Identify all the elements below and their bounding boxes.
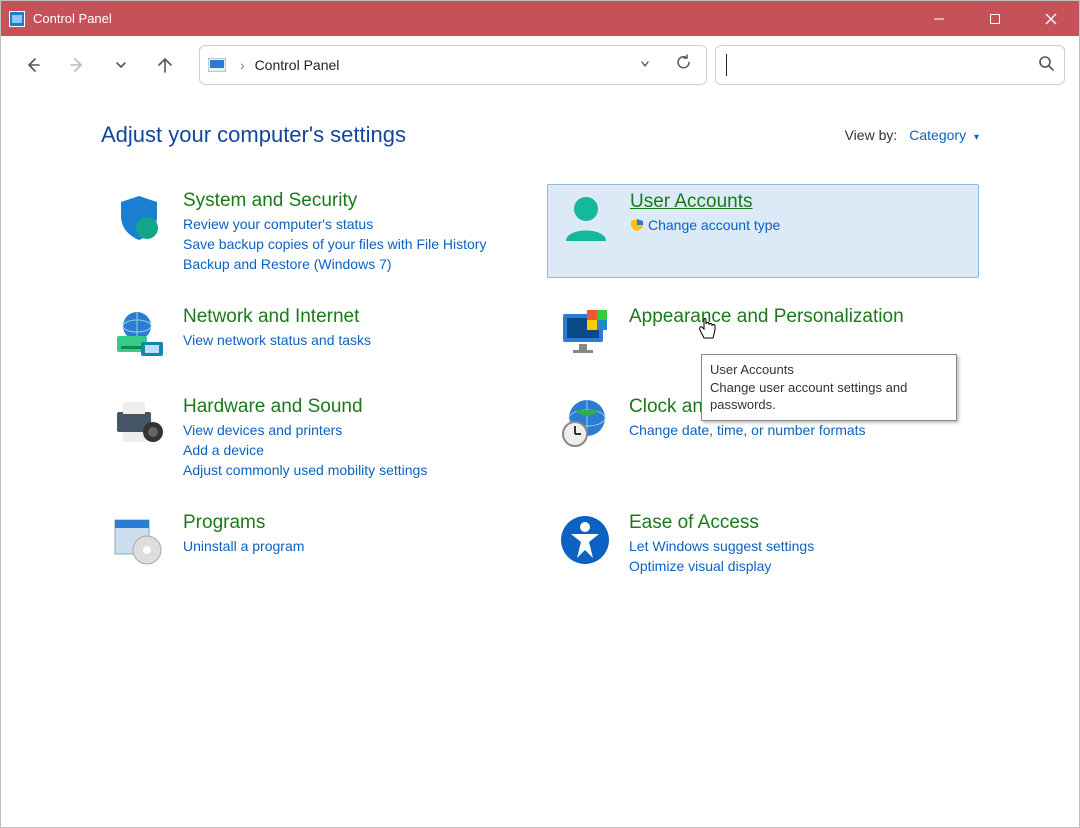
chevron-down-icon: ▾ [974, 132, 979, 143]
category-system-security: System and Security Review your computer… [101, 184, 533, 278]
category-link[interactable]: Add a device [183, 442, 523, 458]
control-panel-icon [208, 58, 226, 72]
category-hardware: Hardware and Sound View devices and prin… [101, 390, 533, 484]
minimize-button[interactable] [911, 1, 967, 36]
search-box[interactable] [715, 45, 1065, 85]
tooltip-body: Change user account settings and passwor… [710, 380, 907, 413]
app-icon [9, 11, 25, 27]
view-by-value: Category [909, 127, 966, 143]
network-icon [111, 306, 167, 362]
category-network: Network and Internet View network status… [101, 300, 533, 368]
view-by: View by: Category ▾ [845, 127, 979, 143]
toolbar: › Control Panel [1, 36, 1079, 94]
accessibility-icon [557, 512, 613, 568]
window-buttons [911, 1, 1079, 36]
category-link[interactable]: Backup and Restore (Windows 7) [183, 256, 523, 272]
category-link[interactable]: Save backup copies of your files with Fi… [183, 236, 523, 252]
category-link[interactable]: Change account type [630, 217, 968, 233]
forward-button[interactable] [59, 47, 95, 83]
search-icon[interactable] [1038, 55, 1054, 76]
page-title: Adjust your computer's settings [101, 122, 406, 148]
programs-icon [111, 512, 167, 568]
up-button[interactable] [147, 47, 183, 83]
breadcrumb[interactable]: › Control Panel [234, 57, 631, 73]
breadcrumb-item[interactable]: Control Panel [255, 57, 340, 73]
category-programs: Programs Uninstall a program [101, 506, 533, 580]
category-link[interactable]: Adjust commonly used mobility settings [183, 462, 523, 478]
titlebar: Control Panel [1, 1, 1079, 36]
link-text: Change account type [648, 217, 780, 233]
category-link[interactable]: Optimize visual display [629, 558, 969, 574]
close-button[interactable] [1023, 1, 1079, 36]
category-ease-of-access: Ease of Access Let Windows suggest setti… [547, 506, 979, 580]
category-link[interactable]: View devices and printers [183, 422, 523, 438]
user-icon [558, 191, 614, 247]
shield-icon [111, 190, 167, 246]
printer-icon [111, 396, 167, 452]
category-title[interactable]: Ease of Access [629, 512, 969, 534]
category-title[interactable]: User Accounts [630, 191, 968, 213]
tooltip: User Accounts Change user account settin… [701, 354, 957, 421]
category-link[interactable]: Change date, time, or number formats [629, 422, 969, 438]
window-title: Control Panel [33, 11, 911, 26]
category-link[interactable]: Uninstall a program [183, 538, 523, 554]
category-link[interactable]: Review your computer's status [183, 216, 523, 232]
address-dropdown-button[interactable] [639, 58, 651, 73]
tooltip-title: User Accounts [710, 361, 948, 379]
window: Control Panel [0, 0, 1080, 828]
search-input[interactable] [727, 57, 1038, 73]
category-title[interactable]: Network and Internet [183, 306, 523, 328]
view-by-label: View by: [845, 127, 898, 143]
chevron-right-icon: › [240, 57, 245, 73]
category-title[interactable]: Hardware and Sound [183, 396, 523, 418]
address-bar[interactable]: › Control Panel [199, 45, 707, 85]
maximize-button[interactable] [967, 1, 1023, 36]
header-row: Adjust your computer's settings View by:… [101, 122, 979, 148]
view-by-dropdown[interactable]: Category ▾ [909, 127, 979, 143]
category-title[interactable]: Appearance and Personalization [629, 306, 969, 328]
category-title[interactable]: System and Security [183, 190, 523, 212]
category-link[interactable]: Let Windows suggest settings [629, 538, 969, 554]
category-user-accounts: User Accounts Change account type [547, 184, 979, 278]
content-area: Adjust your computer's settings View by:… [1, 94, 1079, 827]
monitor-icon [557, 306, 613, 362]
back-button[interactable] [15, 47, 51, 83]
globe-clock-icon [557, 396, 613, 452]
recent-dropdown-button[interactable] [103, 47, 139, 83]
uac-shield-icon [630, 218, 644, 232]
category-link[interactable]: View network status and tasks [183, 332, 523, 348]
refresh-button[interactable] [669, 54, 698, 76]
category-title[interactable]: Programs [183, 512, 523, 534]
